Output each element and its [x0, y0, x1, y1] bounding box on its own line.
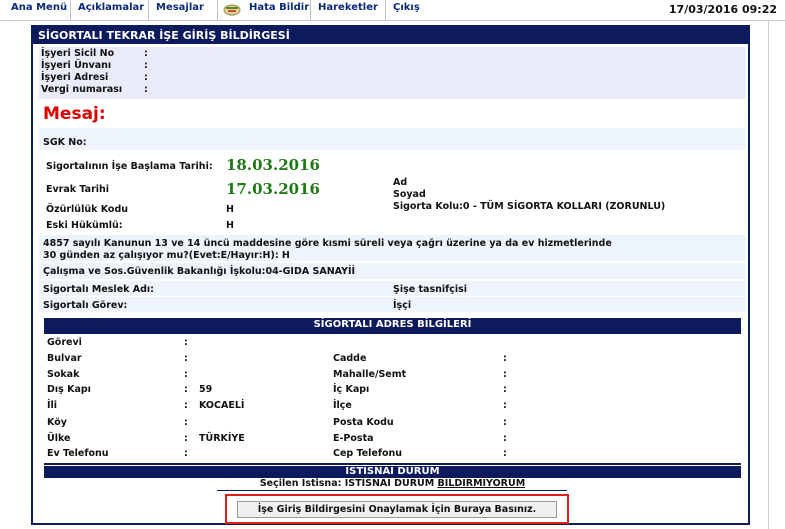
address-ulke-colon: :	[184, 433, 188, 444]
exception-section-top-divider	[44, 463, 741, 465]
address-bulvar-colon: :	[184, 353, 188, 364]
address-mahalle-colon: :	[503, 369, 507, 380]
start-date-value: 18.03.2016	[226, 156, 320, 174]
address-ilce-label: İlçe	[333, 400, 352, 411]
address-koy-colon: :	[184, 417, 188, 428]
address-sokak-colon: :	[184, 369, 188, 380]
menu-item-aciklamalar[interactable]: Açıklamalar	[72, 0, 149, 20]
duty-label: Sigortalı Görev:	[43, 300, 128, 311]
address-posta-kodu-colon: :	[503, 417, 507, 428]
selected-exception-value: İSTİSNAİ DURUM	[344, 478, 435, 489]
insurance-branch-text: Sigorta Kolu:0 - TÜM SİGORTA KOLLARI (ZO…	[393, 201, 666, 212]
entry-declaration-panel: SİGORTALI TEKRAR İŞE GİRİŞ BİLDİRGESİ İş…	[31, 25, 750, 525]
address-cadde-label: Cadde	[333, 353, 367, 364]
menu-item-hareketler[interactable]: Hareketler	[312, 0, 386, 20]
address-eposta-colon: :	[503, 433, 507, 444]
duty-value: İşçi	[393, 300, 412, 311]
scrollbar-track[interactable]	[768, 21, 785, 529]
disability-code-label: Özürlülük Kodu	[46, 204, 129, 215]
menu-item-label: Hata Bildir	[249, 2, 310, 13]
occupation-label: Sigortalı Meslek Adı:	[43, 284, 154, 295]
employer-adres-colon: :	[144, 72, 148, 83]
panel-title: SİGORTALI TEKRAR İŞE GİRİŞ BİLDİRGESİ	[33, 27, 748, 44]
doc-date-value: 17.03.2016	[226, 180, 320, 198]
law-text-line2: 30 günden az çalışıyor mu?(Evet:E/Hayır:…	[43, 250, 290, 261]
disability-code-value: H	[226, 204, 234, 215]
occupation-value: Şişe tasnifçisi	[393, 284, 468, 295]
law-text-line1: 4857 sayılı Kanunun 13 ve 14 üncü maddes…	[43, 238, 612, 249]
menu-item-cikis[interactable]: Çıkış	[387, 0, 437, 20]
selected-exception-link[interactable]: BİLDİRMİYORUM	[438, 478, 526, 489]
menu-item-ana-menu[interactable]: Ana Menü	[0, 0, 71, 20]
menu-item-label: Açıklamalar	[78, 2, 145, 13]
employer-sicil-label: İşyeri Sicil No	[41, 48, 115, 59]
menu-item-mesajlar[interactable]: Mesajlar	[150, 0, 218, 20]
ad-label: Ad	[393, 177, 408, 188]
selected-exception-line: Seçilen İstisna: İSTİSNAİ DURUM BİLDİRMİ…	[44, 478, 741, 489]
exception-section-title: İSTİSNAİ DURUM	[44, 466, 741, 478]
selected-exception-prefix: Seçilen İstisna:	[259, 478, 342, 489]
top-menu-bar: Ana Menü Açıklamalar Mesajlar Hata Bildi…	[0, 0, 785, 21]
address-koy-label: Köy	[47, 417, 67, 428]
employer-unvan-colon: :	[144, 60, 148, 71]
menu-item-hata-bildir[interactable]: Hata Bildir	[219, 0, 311, 20]
exception-section-underline	[217, 490, 567, 491]
address-cep-telefonu-label: Cep Telefonu	[333, 448, 403, 459]
employer-vergi-label: Vergi numarası	[41, 84, 123, 95]
message-label: Mesaj:	[43, 104, 106, 124]
sgk-band	[39, 128, 746, 150]
address-il-label: İli	[47, 400, 58, 411]
address-ev-telefonu-label: Ev Telefonu	[47, 448, 109, 459]
address-il-value: KOCAELİ	[199, 400, 245, 411]
ministry-sector-text: Çalışma ve Sos.Güvenlik Bakanlığı İşkolu…	[43, 266, 356, 277]
address-mahalle-label: Mahalle/Semt	[333, 369, 407, 380]
menu-item-label: Mesajlar	[156, 2, 204, 13]
address-eposta-label: E-Posta	[333, 433, 374, 444]
address-dis-kapi-label: Dış Kapı	[47, 384, 91, 395]
menu-item-label: Hareketler	[318, 2, 378, 13]
address-ic-kapi-colon: :	[503, 384, 507, 395]
doc-date-label: Evrak Tarihi	[46, 184, 110, 195]
bug-report-icon	[223, 4, 241, 16]
date-time-display: 17/03/2016 09:22	[668, 3, 777, 16]
menu-item-label: Çıkış	[393, 2, 420, 13]
confirm-declaration-button[interactable]: İşe Giriş Bildirgesini Onaylamak İçin Bu…	[237, 501, 557, 518]
sgk-no-label: SGK No:	[43, 137, 87, 148]
address-section-title: SİGORTALI ADRES BİLGİLERİ	[44, 318, 741, 332]
ex-convict-label: Eski Hükümlü:	[46, 220, 123, 231]
address-dis-kapi-colon: :	[184, 384, 188, 395]
confirm-button-highlight: İşe Giriş Bildirgesini Onaylamak İçin Bu…	[225, 494, 569, 524]
address-section-divider	[44, 332, 741, 334]
address-sokak-label: Sokak	[47, 369, 80, 380]
address-ulke-value: TÜRKİYE	[199, 433, 245, 444]
address-gorevi-label: Görevi	[47, 337, 82, 348]
address-ilce-colon: :	[503, 400, 507, 411]
ex-convict-value: H	[226, 220, 234, 231]
address-posta-kodu-label: Posta Kodu	[333, 417, 394, 428]
address-ic-kapi-label: İç Kapı	[333, 384, 370, 395]
employer-sicil-colon: :	[144, 48, 148, 59]
menu-item-label: Ana Menü	[11, 2, 68, 13]
address-cadde-colon: :	[503, 353, 507, 364]
employer-info-block: İşyeri Sicil No : İşyeri Ünvanı : İşyeri…	[39, 47, 746, 99]
address-cep-telefonu-colon: :	[503, 448, 507, 459]
employer-adres-label: İşyeri Adresi	[41, 72, 109, 83]
address-bulvar-label: Bulvar	[47, 353, 82, 364]
address-il-colon: :	[184, 400, 188, 411]
address-ulke-label: Ülke	[47, 433, 71, 444]
address-dis-kapi-value: 59	[199, 384, 213, 395]
address-ev-telefonu-colon: :	[184, 448, 188, 459]
employer-vergi-colon: :	[144, 84, 148, 95]
address-gorevi-colon: :	[184, 337, 188, 348]
start-date-label: Sigortalının İşe Başlama Tarihi:	[46, 161, 213, 172]
employer-unvan-label: İşyeri Ünvanı	[41, 60, 112, 71]
soyad-label: Soyad	[393, 189, 426, 200]
